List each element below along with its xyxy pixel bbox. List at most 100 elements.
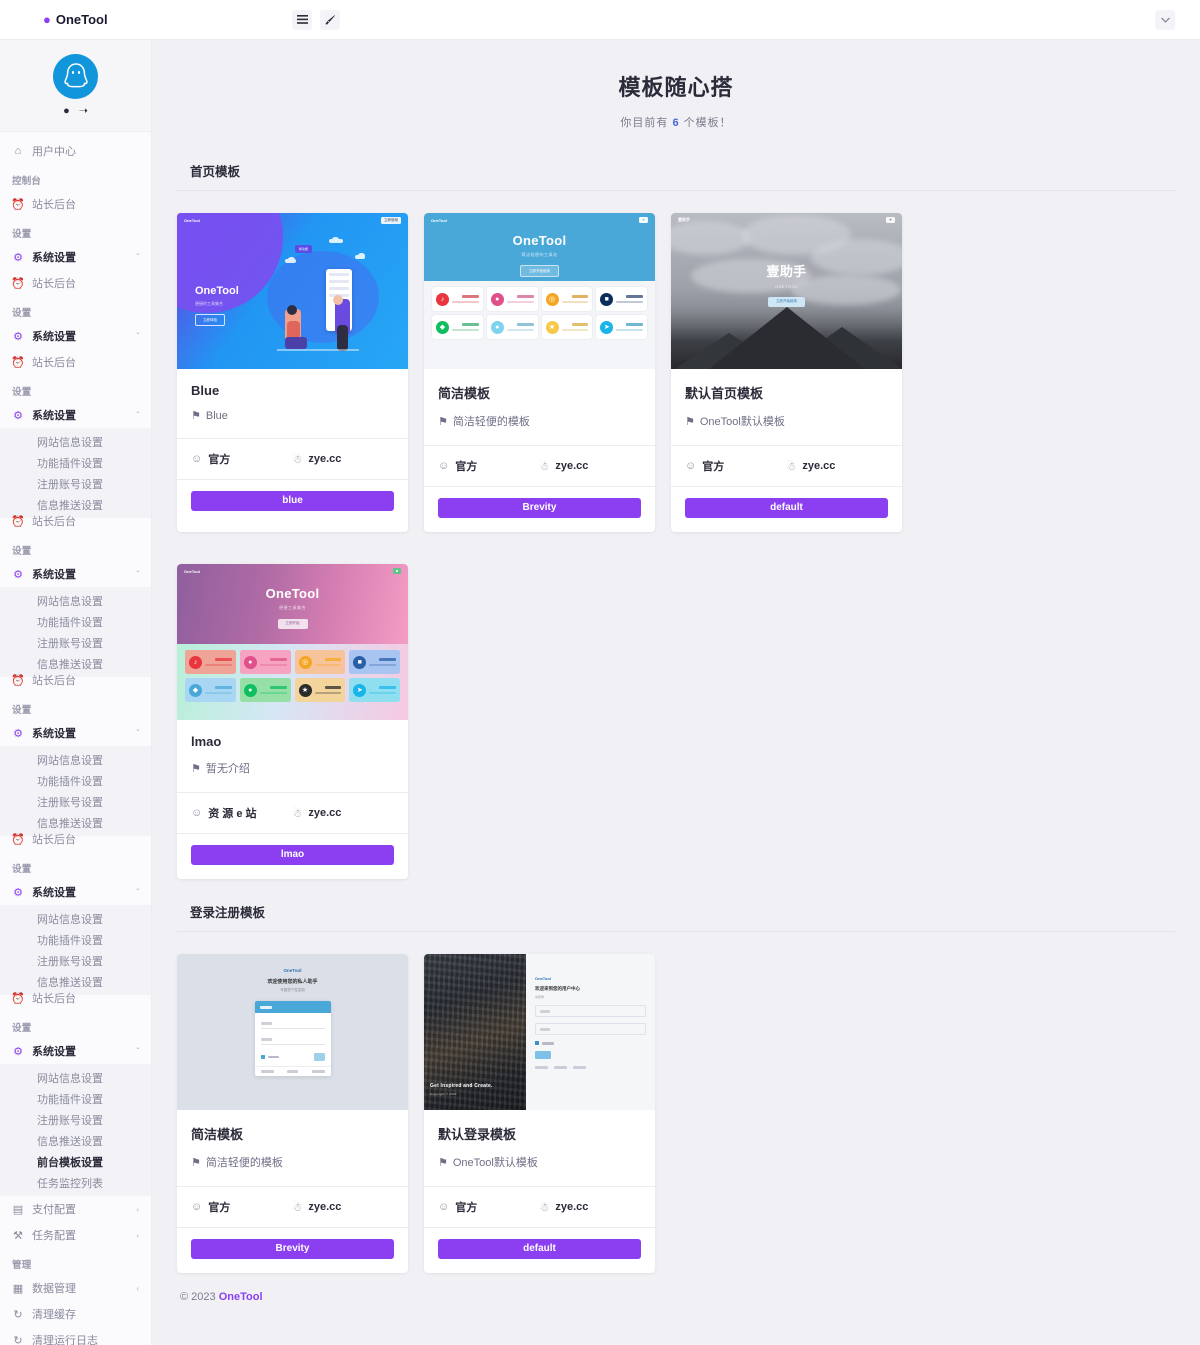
template-card-default-home[interactable]: 壹助手 ☀ 壹助手 ONETOOL 立即开始使用 默认首页模板 ⚑ OneToo… [671, 213, 902, 532]
card-meta: ☺ 资 源 e 站 ☃ zye.cc [177, 792, 408, 833]
template-desc-text: 简洁轻便的模板 [205, 1157, 283, 1169]
chevron-down-icon: ˇ [136, 569, 139, 579]
sidebar-item-dashboard[interactable]: ⏰ 站长后台 [0, 349, 151, 375]
apply-template-button[interactable]: default [685, 498, 888, 518]
sidebar-subitem-site-info[interactable]: 网站信息设置 [0, 431, 151, 452]
apply-template-button[interactable]: Brevity [438, 498, 641, 518]
thumb-hero-cta: 立即开始使用 [520, 265, 559, 277]
template-name: 简洁模板 [438, 386, 491, 401]
qq-penguin-avatar[interactable] [53, 54, 98, 99]
sidebar-item-label: 系统设置 [32, 1046, 76, 1058]
theme-droplet-icon[interactable]: ● [63, 106, 70, 117]
profile-block: ● ➝ [0, 40, 151, 132]
tux-icon: ☃ [292, 1201, 303, 1214]
apply-template-button[interactable]: lmao [191, 845, 394, 865]
sidebar-subitem-register[interactable]: 注册账号设置 [0, 950, 151, 971]
sidebar-item-label: 站长后台 [32, 357, 76, 369]
sidebar-item-clear-cache[interactable]: ↻ 清理缓存 [0, 1301, 151, 1327]
thumb-chip: 新功能 [295, 245, 313, 253]
thumb-topbar: 壹助手 ☀ [671, 213, 902, 227]
logout-icon[interactable]: ➝ [79, 106, 88, 117]
template-card-default-login[interactable]: Get Inspired and Create. Copyright © 202… [424, 954, 655, 1273]
thumb-hero-title: OneTool [265, 586, 320, 601]
sidebar-item-user-center[interactable]: ⌂ 用户中心 [0, 138, 151, 164]
tux-icon: ☃ [539, 1201, 550, 1214]
sidebar-subitem-site-info[interactable]: 网站信息设置 [0, 749, 151, 770]
thumb-icon-label [506, 295, 534, 303]
template-name: 简洁模板 [191, 1127, 244, 1142]
sidebar-subitem-task-monitor[interactable]: 任务监控列表 [0, 1172, 151, 1193]
sidebar-subitem-plugins[interactable]: 功能插件设置 [0, 1088, 151, 1109]
sidebar-item-system-settings[interactable]: ⚙ 系统设置 ˇ [0, 561, 151, 587]
template-card-lmao[interactable]: ♪ ● ◎ ■ ◆ ● ★ ➤ OneTool ■ OneTool 便捷工具集合 立即开始 [177, 564, 408, 879]
paint-brush-icon[interactable] [320, 9, 340, 30]
sidebar-group-title: 设置 [12, 308, 32, 319]
apply-template-button[interactable]: blue [191, 491, 394, 511]
sidebar-item-dashboard[interactable]: ⏰ 站长后台 [0, 985, 151, 1011]
thumb-app-icon: ➤ [600, 320, 614, 334]
footer-brand[interactable]: OneTool [219, 1291, 263, 1303]
sidebar-item-system-settings[interactable]: ⚙ 系统设置 ˇ [0, 402, 151, 428]
sidebar[interactable]: ● ➝ ⌂ 用户中心 控制台 ⏰ 站长后台 设置 ⚙ 系统设置 ˇ ⏰ 站长后台… [0, 40, 152, 1345]
sidebar-subitem-site-info[interactable]: 网站信息设置 [0, 1067, 151, 1088]
template-card-brevity-login[interactable]: OneTool 欢迎使用您的私人助手 专属您个性定制 简洁模板 ⚑ 简洁轻便的模… [177, 954, 408, 1273]
apply-template-button[interactable]: default [438, 1239, 641, 1259]
footer-copyright: © 2023 [180, 1291, 216, 1303]
gear-icon: ⚙ [13, 330, 23, 343]
thumb-hero: 壹助手 ONETOOL 立即开始使用 [671, 261, 902, 307]
brand-logo[interactable]: ● OneTool [0, 12, 152, 27]
sidebar-group-title-manage: 管理 [12, 1260, 32, 1271]
template-thumbnail-default-home: 壹助手 ☀ 壹助手 ONETOOL 立即开始使用 [671, 213, 902, 369]
template-author-text: 官方 [455, 461, 478, 473]
sidebar-subitem-register[interactable]: 注册账号设置 [0, 791, 151, 812]
sidebar-subitem-push[interactable]: 信息推送设置 [0, 1130, 151, 1151]
brand-name: OneTool [55, 12, 108, 27]
thumb-title: 欢迎来到您的用户中心 [535, 986, 580, 991]
chevron-down-icon[interactable] [1155, 9, 1175, 30]
sidebar-item-clear-logs[interactable]: ↻ 清理运行日志 [0, 1327, 151, 1345]
thumb-icon-label [205, 658, 232, 666]
hamburger-menu-icon[interactable] [292, 9, 312, 30]
template-site: ☃ zye.cc [293, 1199, 395, 1215]
thumb-hero: OneTool 便捷工具集合 立即开始 [177, 586, 408, 629]
dashboard-icon: ⏰ [11, 674, 25, 687]
login-templates-section: 登录注册模板 OneTool 欢迎使用您的私人助手 专属您个性定制 简洁模板 ⚑… [152, 879, 1200, 1273]
chevron-down-icon: ˇ [136, 728, 139, 738]
sidebar-subitem-register[interactable]: 注册账号设置 [0, 1109, 151, 1130]
tux-icon: ☃ [786, 460, 797, 473]
template-author-text: 官方 [208, 454, 231, 466]
sidebar-item-dashboard[interactable]: ⏰ 站长后台 [0, 667, 151, 693]
sidebar-item-system-settings[interactable]: ⚙ 系统设置 ˇ [0, 879, 151, 905]
sidebar-item-dashboard[interactable]: ⏰ 站长后台 [0, 270, 151, 296]
sidebar-subitem-register[interactable]: 注册账号设置 [0, 473, 151, 494]
thumb-hero-sub: 便捷的工具集合 [195, 301, 223, 306]
card-footer: default [671, 486, 902, 532]
sidebar-item-system-settings[interactable]: ⚙ 系统设置 ˇ [0, 244, 151, 270]
apply-template-button[interactable]: Brevity [191, 1239, 394, 1259]
template-card-brevity[interactable]: OneTool ☀ OneTool 简洁轻便的工具站 立即开始使用 ♪ ● ◎ ■ ◆ ●… [424, 213, 655, 532]
sidebar-item-system-settings[interactable]: ⚙ 系统设置 ˇ [0, 323, 151, 349]
template-site-text: zye.cc [308, 807, 342, 819]
template-card-blue[interactable]: 新功能 OneTool 立即使用 OneTool 便捷的工具集合 立即体验 Bl… [177, 213, 408, 532]
sidebar-subitem-register[interactable]: 注册账号设置 [0, 632, 151, 653]
sidebar-item-pay-config[interactable]: ▤ 支付配置 ‹ [0, 1196, 151, 1222]
thumb-icon-card: ♪ [432, 287, 483, 311]
sidebar-subitem-frontend-template[interactable]: 前台模板设置 [0, 1151, 151, 1172]
sidebar-subitem-plugins[interactable]: 功能插件设置 [0, 929, 151, 950]
sidebar-item-system-settings[interactable]: ⚙ 系统设置 ˇ [0, 720, 151, 746]
sidebar-subitem-plugins[interactable]: 功能插件设置 [0, 770, 151, 791]
home-template-grid: 新功能 OneTool 立即使用 OneTool 便捷的工具集合 立即体验 Bl… [177, 213, 1175, 879]
sidebar-subitem-plugins[interactable]: 功能插件设置 [0, 611, 151, 632]
sidebar-item-data-manage[interactable]: ▦ 数据管理 ‹ [0, 1275, 151, 1301]
template-desc-text: OneTool默认模板 [699, 416, 785, 428]
sidebar-item-dashboard[interactable]: ⏰ 站长后台 [0, 826, 151, 852]
sidebar-item-task-config[interactable]: ⚒ 任务配置 ‹ [0, 1222, 151, 1248]
template-thumbnail-blue: 新功能 OneTool 立即使用 OneTool 便捷的工具集合 立即体验 [177, 213, 408, 369]
sidebar-subitem-plugins[interactable]: 功能插件设置 [0, 452, 151, 473]
sidebar-subitem-site-info[interactable]: 网站信息设置 [0, 590, 151, 611]
sidebar-item-label: 支付配置 [32, 1204, 76, 1216]
sidebar-item-dashboard[interactable]: ⏰ 站长后台 [0, 191, 151, 217]
sidebar-item-system-settings[interactable]: ⚙ 系统设置 ˇ [0, 1038, 151, 1064]
sidebar-subitem-site-info[interactable]: 网站信息设置 [0, 908, 151, 929]
sidebar-item-dashboard[interactable]: ⏰ 站长后台 [0, 508, 151, 534]
